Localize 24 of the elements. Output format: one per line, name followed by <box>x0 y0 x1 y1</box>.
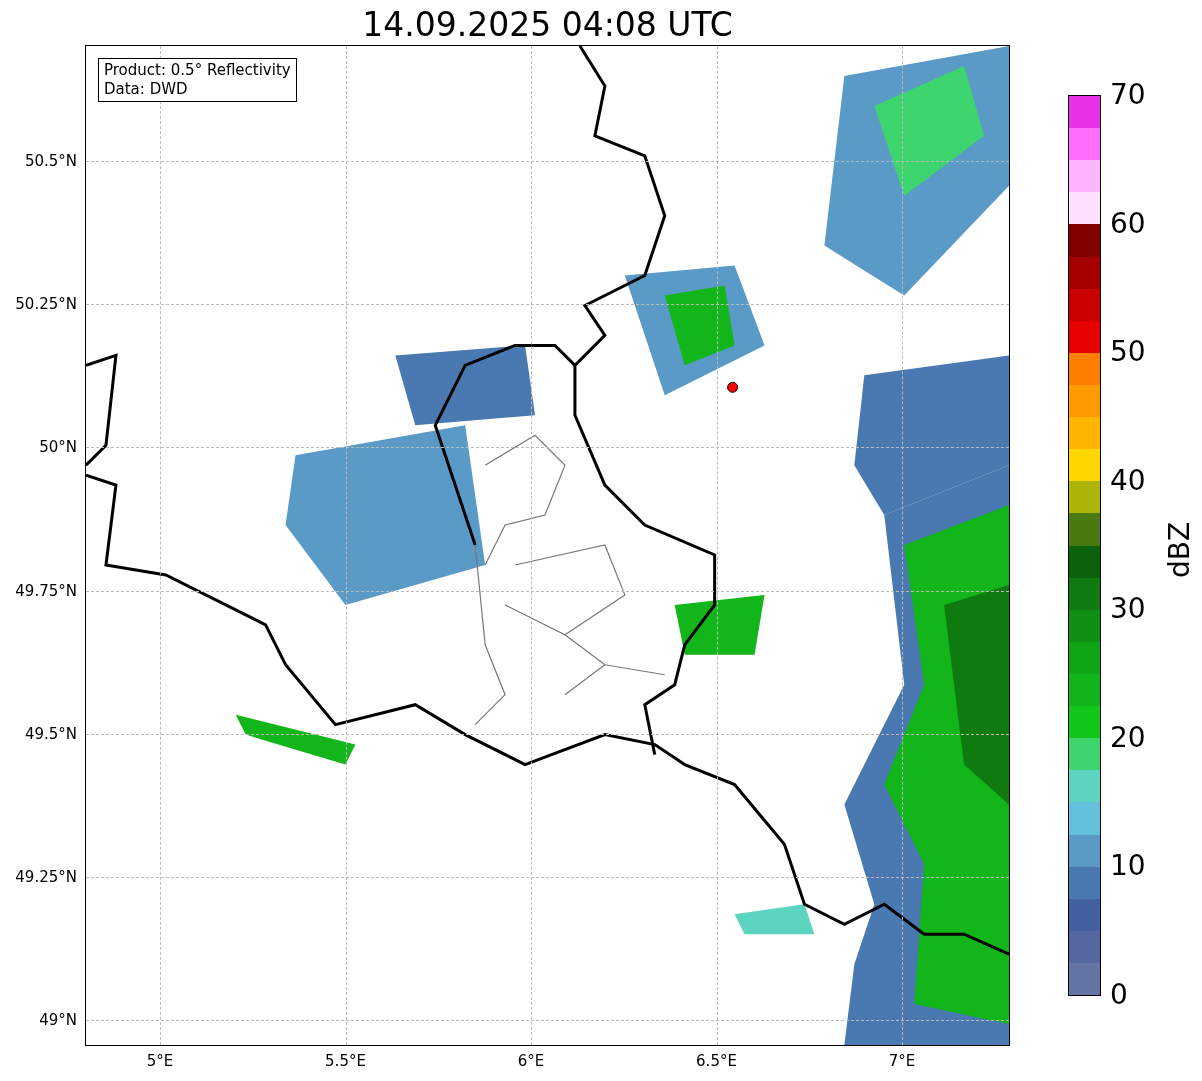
axis-tick-label: 6°E <box>516 1052 546 1070</box>
axis-tick-label: 5°E <box>145 1052 175 1070</box>
legend-text: Data: DWD <box>104 80 189 99</box>
colorbar-tick-label: 70 <box>1110 79 1146 111</box>
axis-tick-label: 49°N <box>39 1011 77 1030</box>
legend-text: Product: 0.5° Reflectivity <box>104 61 291 80</box>
chart-title: 14.09.2025 04:08 UTC <box>361 4 734 46</box>
colorbar-tick-label: 10 <box>1110 850 1146 883</box>
colorbar-label: dBZ <box>1164 521 1196 579</box>
colorbar-tick-label: 20 <box>1110 721 1146 754</box>
axis-tick-label: 7°E <box>887 1052 917 1070</box>
axis-tick-label: 49.25°N <box>15 868 77 886</box>
axis-tick-label: 50.5°N <box>24 152 77 170</box>
axis-tick-label: 50.25°N <box>15 295 77 314</box>
colorbar-tick-label: 40 <box>1110 464 1146 497</box>
axis-tick-label: 5.5°E <box>324 1052 367 1070</box>
colorbar-tick-label: 50 <box>1110 336 1146 369</box>
axis-tick-label: 49.5°N <box>24 724 77 743</box>
axis-tick-label: 50°N <box>39 438 77 457</box>
colorbar-tick-label: 0 <box>1110 979 1128 1011</box>
colorbar-tick-label: 60 <box>1110 207 1146 240</box>
axis-tick-label: 6.5°E <box>695 1052 738 1070</box>
colorbar-tick-label: 30 <box>1110 593 1146 626</box>
axis-tick-label: 49.75°N <box>15 581 77 600</box>
